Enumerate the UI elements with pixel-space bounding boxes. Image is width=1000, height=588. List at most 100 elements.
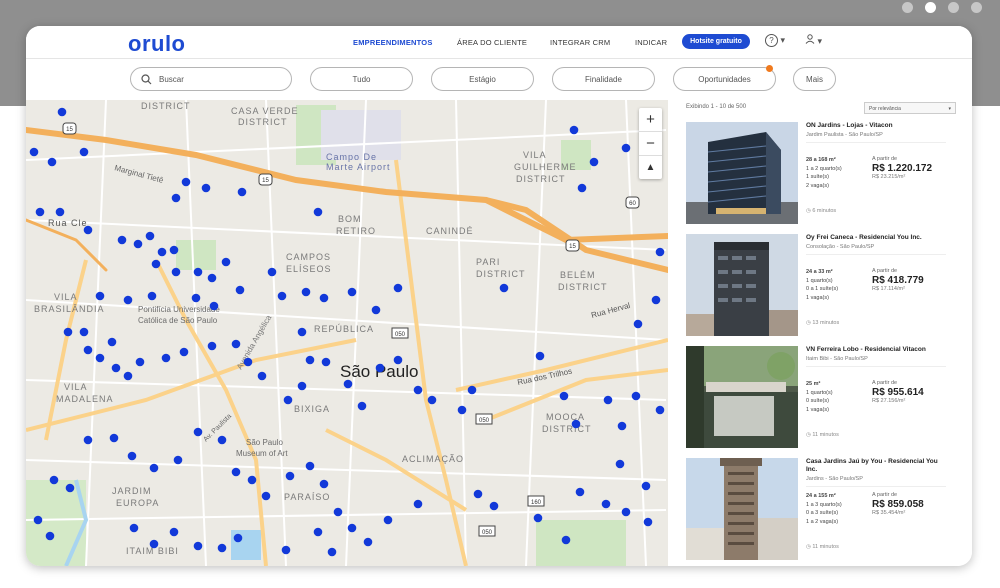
- property-marker[interactable]: [181, 177, 191, 187]
- property-marker[interactable]: [237, 187, 247, 197]
- property-marker[interactable]: [571, 419, 581, 429]
- compass-button[interactable]: ▲: [639, 156, 662, 179]
- property-marker[interactable]: [55, 207, 65, 217]
- property-title[interactable]: Oy Frei Caneca - Residencial You Inc.: [806, 234, 946, 242]
- property-marker[interactable]: [33, 515, 43, 525]
- property-marker[interactable]: [277, 291, 287, 301]
- property-marker[interactable]: [135, 357, 145, 367]
- property-marker[interactable]: [63, 327, 73, 337]
- property-marker[interactable]: [651, 295, 661, 305]
- help-menu[interactable]: ? ▾: [765, 34, 785, 47]
- nav-empreendimentos[interactable]: EMPREENDIMENTOS: [353, 38, 433, 47]
- search-input[interactable]: Buscar: [130, 67, 292, 91]
- property-marker[interactable]: [169, 245, 179, 255]
- property-marker[interactable]: [641, 481, 651, 491]
- property-marker[interactable]: [347, 523, 357, 533]
- filter-mais[interactable]: Mais: [793, 67, 836, 91]
- property-marker[interactable]: [347, 287, 357, 297]
- property-marker[interactable]: [305, 461, 315, 471]
- property-photo[interactable]: [686, 234, 798, 336]
- property-marker[interactable]: [621, 143, 631, 153]
- map-canvas[interactable]: DISTRICT CASA VERDE DISTRICT Campo De Ma…: [26, 100, 668, 566]
- property-marker[interactable]: [489, 501, 499, 511]
- hotsite-button[interactable]: Hotsite gratuito: [682, 34, 750, 49]
- property-marker[interactable]: [209, 301, 219, 311]
- property-marker[interactable]: [321, 357, 331, 367]
- property-marker[interactable]: [173, 455, 183, 465]
- nav-indicar[interactable]: INDICAR: [635, 38, 667, 47]
- property-card[interactable]: Oy Frei Caneca - Residencial You Inc. Co…: [686, 234, 946, 336]
- property-marker[interactable]: [207, 273, 217, 283]
- property-marker[interactable]: [393, 283, 403, 293]
- property-marker[interactable]: [569, 125, 579, 135]
- filter-tudo[interactable]: Tudo: [310, 67, 413, 91]
- property-marker[interactable]: [631, 391, 641, 401]
- property-marker[interactable]: [147, 291, 157, 301]
- property-marker[interactable]: [319, 479, 329, 489]
- property-marker[interactable]: [161, 353, 171, 363]
- property-marker[interactable]: [157, 247, 167, 257]
- property-marker[interactable]: [83, 345, 93, 355]
- property-marker[interactable]: [357, 401, 367, 411]
- property-marker[interactable]: [305, 355, 315, 365]
- property-marker[interactable]: [319, 293, 329, 303]
- property-marker[interactable]: [207, 341, 217, 351]
- property-card[interactable]: ON Jardins - Lojas - Vitacon Jardim Paul…: [686, 122, 946, 224]
- property-marker[interactable]: [217, 543, 227, 553]
- property-title[interactable]: VN Ferreira Lobo - Residencial Vitacon: [806, 346, 946, 354]
- property-marker[interactable]: [193, 427, 203, 437]
- filter-estagio[interactable]: Estágio: [431, 67, 534, 91]
- property-photo[interactable]: [686, 346, 798, 448]
- orulo-logo[interactable]: orulo: [128, 31, 186, 57]
- property-marker[interactable]: [235, 285, 245, 295]
- property-marker[interactable]: [559, 391, 569, 401]
- property-title[interactable]: ON Jardins - Lojas - Vitacon: [806, 122, 946, 130]
- property-marker[interactable]: [191, 293, 201, 303]
- property-marker[interactable]: [375, 363, 385, 373]
- property-marker[interactable]: [561, 535, 571, 545]
- property-marker[interactable]: [535, 351, 545, 361]
- property-marker[interactable]: [427, 395, 437, 405]
- property-marker[interactable]: [283, 395, 293, 405]
- property-marker[interactable]: [129, 523, 139, 533]
- property-marker[interactable]: [247, 475, 257, 485]
- property-marker[interactable]: [123, 295, 133, 305]
- property-marker[interactable]: [29, 147, 39, 157]
- carousel-dot[interactable]: [971, 2, 982, 13]
- carousel-dot[interactable]: [948, 2, 959, 13]
- property-marker[interactable]: [393, 355, 403, 365]
- property-marker[interactable]: [655, 405, 665, 415]
- property-marker[interactable]: [35, 207, 45, 217]
- property-marker[interactable]: [79, 147, 89, 157]
- sort-select[interactable]: Por relevância ▾: [864, 102, 956, 114]
- property-photo[interactable]: [686, 458, 798, 560]
- property-marker[interactable]: [217, 435, 227, 445]
- carousel-dot[interactable]: [902, 2, 913, 13]
- property-marker[interactable]: [297, 327, 307, 337]
- property-marker[interactable]: [257, 371, 267, 381]
- property-marker[interactable]: [457, 405, 467, 415]
- property-marker[interactable]: [327, 547, 337, 557]
- filter-finalidade[interactable]: Finalidade: [552, 67, 655, 91]
- property-marker[interactable]: [363, 537, 373, 547]
- property-marker[interactable]: [333, 507, 343, 517]
- property-marker[interactable]: [169, 527, 179, 537]
- nav-integrar-crm[interactable]: INTEGRAR CRM: [550, 38, 610, 47]
- property-marker[interactable]: [83, 435, 93, 445]
- property-photo[interactable]: [686, 122, 798, 224]
- property-marker[interactable]: [589, 157, 599, 167]
- property-marker[interactable]: [109, 433, 119, 443]
- property-marker[interactable]: [171, 193, 181, 203]
- property-marker[interactable]: [107, 337, 117, 347]
- property-marker[interactable]: [221, 257, 231, 267]
- property-marker[interactable]: [615, 459, 625, 469]
- property-card[interactable]: VN Ferreira Lobo - Residencial Vitacon I…: [686, 346, 946, 448]
- property-marker[interactable]: [643, 517, 653, 527]
- property-marker[interactable]: [149, 539, 159, 549]
- property-marker[interactable]: [297, 381, 307, 391]
- nav-area-do-cliente[interactable]: ÁREA DO CLIENTE: [457, 38, 527, 47]
- property-marker[interactable]: [371, 305, 381, 315]
- property-marker[interactable]: [201, 183, 211, 193]
- property-marker[interactable]: [65, 483, 75, 493]
- property-marker[interactable]: [281, 545, 291, 555]
